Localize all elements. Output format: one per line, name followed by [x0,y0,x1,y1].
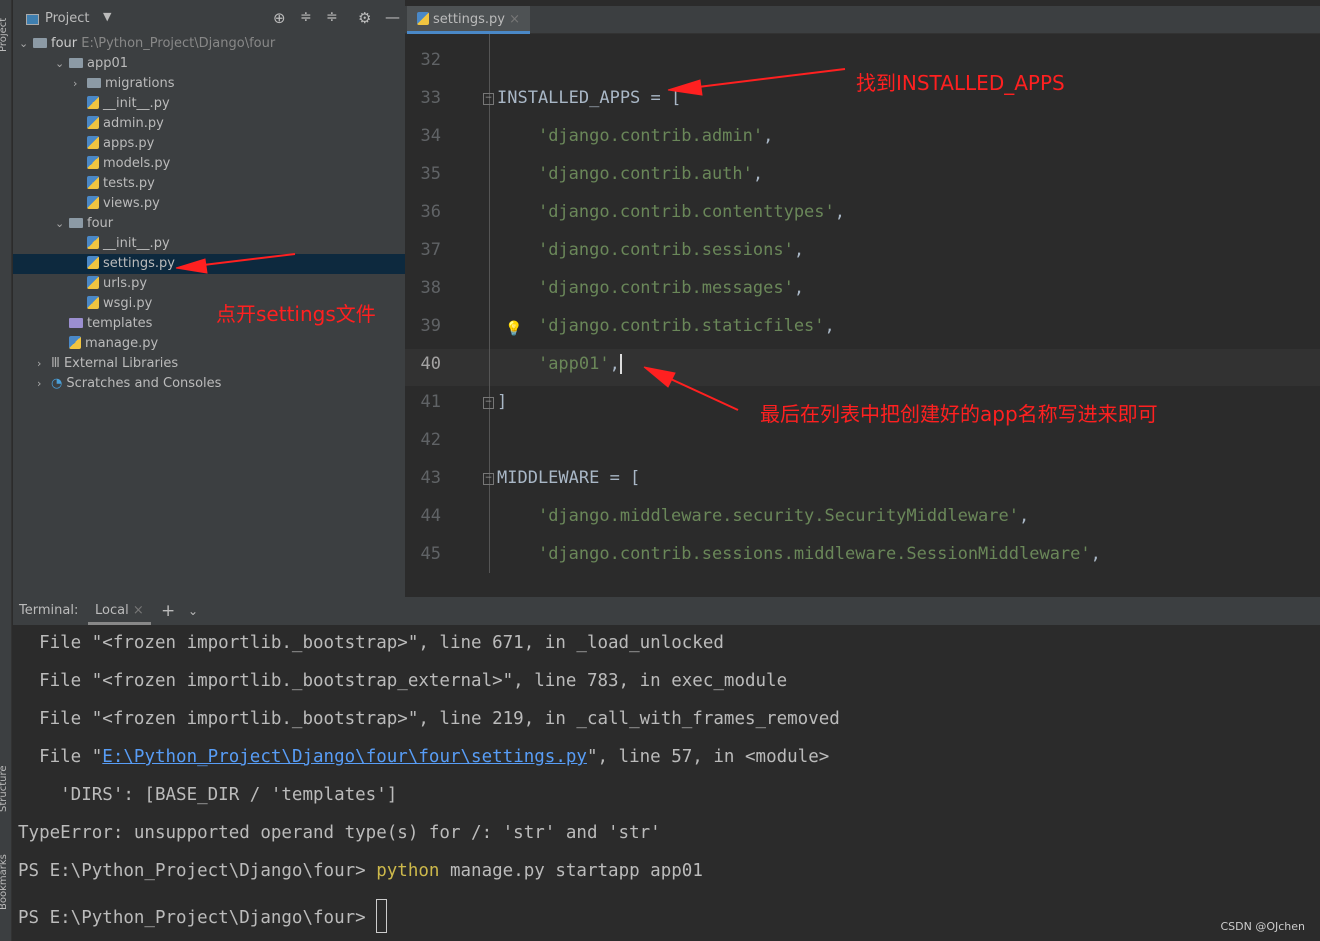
annotation-open-settings: 点开settings文件 [216,302,376,326]
arrowhead [667,79,703,96]
annotation-arrows [175,68,846,411]
annotation-find-installed-apps: 找到INSTALLED_APPS [856,71,1065,95]
arrow-app01 [661,374,739,411]
arrow-settings [194,253,296,267]
arrowhead [643,366,676,388]
watermark: CSDN @OJchen [1220,920,1305,933]
arrow-installed-apps [689,68,846,89]
annotation-add-app: 最后在列表中把创建好的app名称写进来即可 [760,402,1158,426]
arrowhead [175,258,208,274]
